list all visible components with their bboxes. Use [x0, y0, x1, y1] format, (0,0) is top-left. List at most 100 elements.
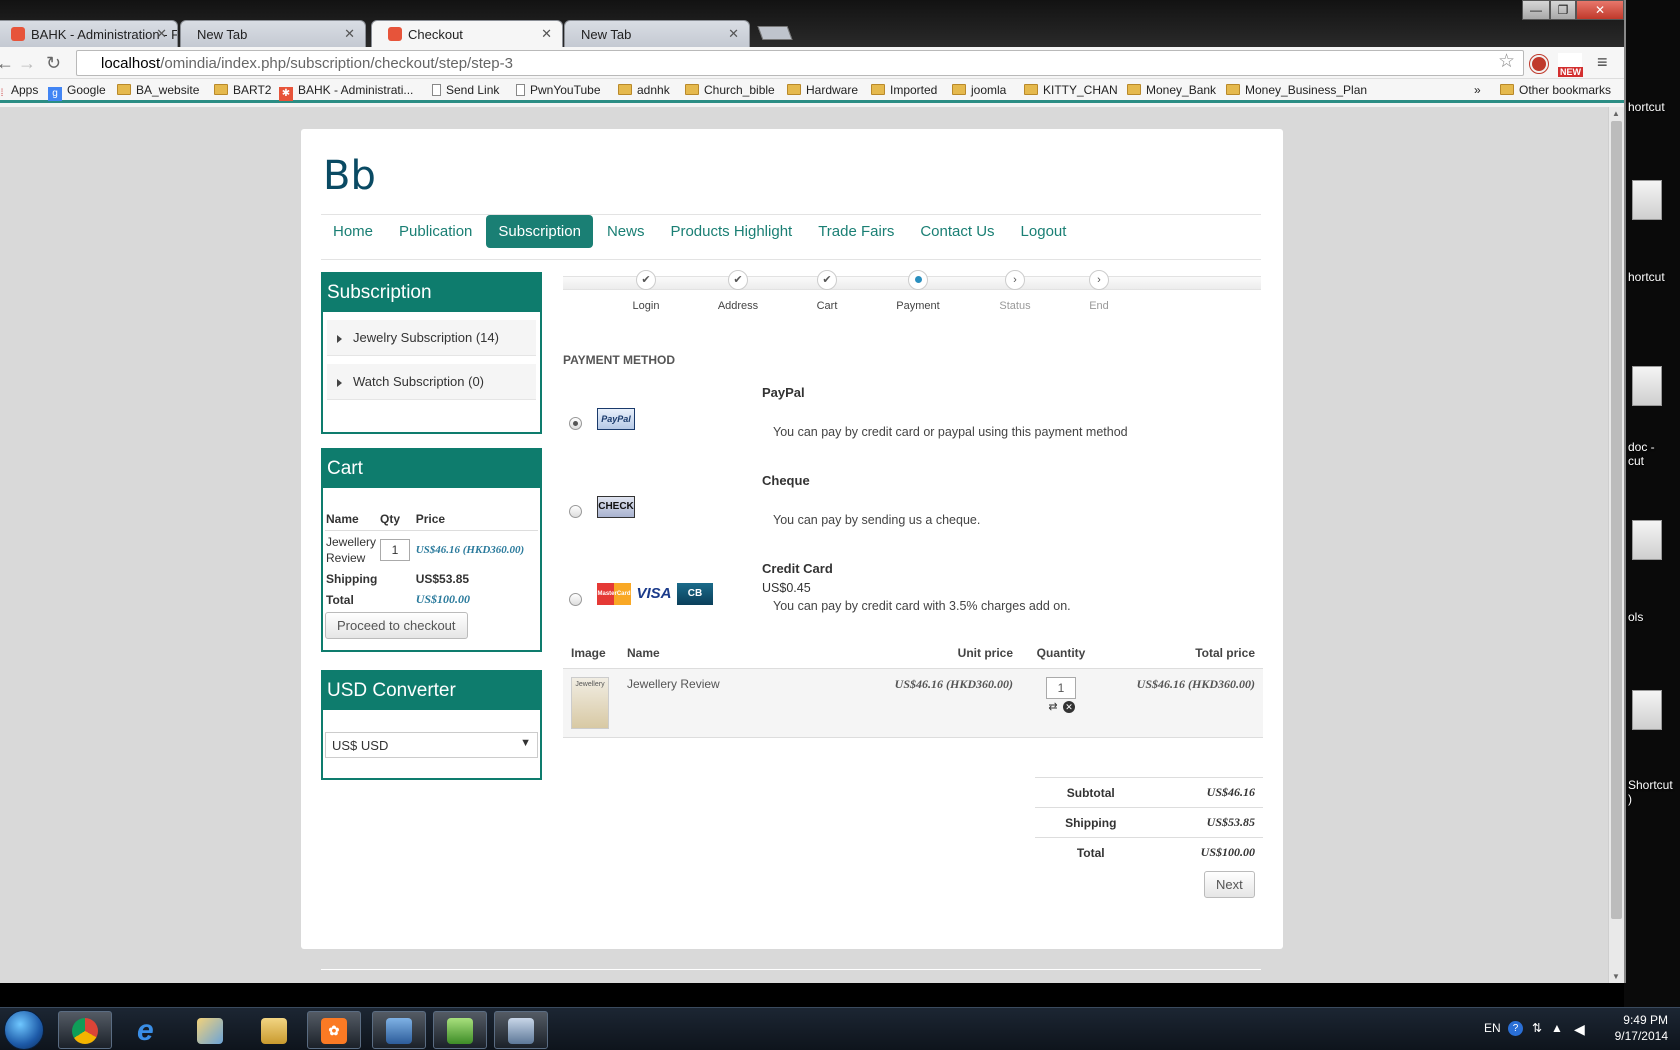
bookmark-folder[interactable]: KITTY_CHAN	[1024, 83, 1118, 97]
bookmark-folder[interactable]: adnhk	[618, 83, 670, 97]
bookmark-apps[interactable]: ⁞ Apps	[0, 83, 39, 101]
show-hidden-icons-icon[interactable]: ▲	[1551, 1021, 1563, 1035]
bookmark-folder[interactable]: Hardware	[787, 83, 858, 97]
desktop-icon[interactable]: hortcut	[1628, 270, 1676, 284]
folder-icon	[1226, 84, 1240, 95]
col-unit-price: Unit price	[798, 638, 1021, 669]
desktop-icon-label[interactable]: doc - cut	[1628, 440, 1676, 468]
folder-icon	[214, 84, 228, 95]
product-thumbnail[interactable]: Jewellery	[571, 677, 609, 729]
taskbar-chrome[interactable]	[58, 1011, 112, 1049]
bookmark-star-icon[interactable]: ☆	[1498, 50, 1515, 73]
bookmark-page[interactable]: PwnYouTube	[516, 83, 601, 97]
nav-logout[interactable]: Logout	[1009, 215, 1079, 248]
taskbar-photo[interactable]	[494, 1011, 548, 1049]
bookmark-bahk-admin[interactable]: ✱ BAHK - Administrati...	[279, 83, 413, 101]
close-icon[interactable]: ✕	[728, 26, 739, 42]
desktop-icon-label[interactable]: ols	[1628, 610, 1676, 624]
nav-publication[interactable]: Publication	[387, 215, 484, 248]
volume-icon[interactable]: ◀	[1574, 1021, 1585, 1038]
credit-card-fee: US$0.45	[762, 581, 811, 595]
credit-card-radio[interactable]	[569, 593, 582, 606]
other-bookmarks[interactable]: Other bookmarks	[1500, 83, 1611, 97]
taskbar-ie[interactable]: e	[123, 1011, 177, 1049]
scroll-down-icon[interactable]: ▼	[1612, 972, 1620, 981]
folder-icon	[871, 84, 885, 95]
refresh-icon[interactable]: ⇄	[1047, 701, 1059, 713]
bookmarks-overflow-chevron[interactable]: »	[1474, 83, 1481, 97]
reload-icon[interactable]: ↻	[46, 53, 61, 74]
bookmark-folder[interactable]: joomla	[952, 83, 1006, 97]
proceed-to-checkout-button[interactable]: Proceed to checkout	[325, 612, 468, 639]
next-button[interactable]: Next	[1204, 871, 1255, 898]
desktop-icon-label[interactable]: Shortcut )	[1628, 778, 1676, 806]
desktop-icon[interactable]	[1628, 180, 1676, 220]
item-qty-input[interactable]: 1	[1046, 677, 1076, 699]
subscription-item-watch[interactable]: Watch Subscription (0)	[327, 364, 536, 400]
visa-logo-icon: VISA	[636, 585, 672, 602]
nav-trade-fairs[interactable]: Trade Fairs	[806, 215, 906, 248]
close-icon[interactable]: ✕	[156, 26, 167, 42]
bookmark-folder[interactable]: Church_bible	[685, 83, 775, 97]
extension-new-icon[interactable]: NEW	[1558, 53, 1583, 77]
bookmark-folder[interactable]: BA_website	[117, 83, 199, 97]
remove-icon[interactable]: ✕	[1063, 701, 1075, 713]
cart-qty-input[interactable]: 1	[380, 539, 410, 561]
bookmark-folder[interactable]: Imported	[871, 83, 937, 97]
minimize-icon[interactable]: —	[1522, 0, 1550, 20]
page-scrollbar[interactable]: ▲ ▼	[1608, 107, 1624, 983]
scroll-thumb[interactable]	[1611, 121, 1622, 919]
nav-home[interactable]: Home	[321, 215, 385, 248]
bookmark-google[interactable]: g Google	[48, 83, 106, 101]
currency-select[interactable]: US$ USD ▼	[325, 732, 538, 758]
bookmark-folder[interactable]: BART2	[214, 83, 271, 97]
maximize-icon[interactable]: ❐	[1550, 0, 1576, 20]
menu-icon[interactable]: ≡	[1597, 52, 1608, 73]
desktop-icon[interactable]	[1628, 690, 1676, 730]
desktop-icon[interactable]	[1628, 366, 1676, 406]
extension-icon[interactable]	[1529, 54, 1549, 74]
nav-contact-us[interactable]: Contact Us	[908, 215, 1006, 248]
close-icon[interactable]: ✕	[344, 26, 355, 42]
taskbar-paint[interactable]	[183, 1011, 237, 1049]
tab-title: Checkout	[408, 27, 463, 42]
subscription-item-jewelry[interactable]: Jewelry Subscription (14)	[327, 320, 536, 356]
network-icon[interactable]: ⇅	[1532, 1021, 1542, 1035]
site-logo[interactable]: Bb	[323, 153, 376, 199]
bookmark-folder[interactable]: Money_Business_Plan	[1226, 83, 1367, 97]
bookmark-page[interactable]: Send Link	[432, 83, 499, 97]
taskbar: e ✿ EN ? ⇅ ▲ ◀ 9:49 PM 9/17/2014	[0, 1007, 1680, 1050]
order-totals: Subtotal US$46.16 Shipping US$53.85 Tota…	[1035, 777, 1263, 867]
desktop-icon[interactable]	[1628, 520, 1676, 560]
scroll-up-icon[interactable]: ▲	[1612, 109, 1620, 118]
language-indicator[interactable]: EN	[1484, 1021, 1501, 1035]
cheque-radio[interactable]	[569, 505, 582, 518]
help-icon[interactable]: ?	[1508, 1021, 1523, 1036]
start-button-icon[interactable]	[4, 1010, 44, 1050]
back-icon[interactable]: ←	[0, 53, 14, 74]
nav-subscription[interactable]: Subscription	[486, 215, 593, 248]
nav-news[interactable]: News	[595, 215, 657, 248]
item-name[interactable]: Jewellery Review	[619, 668, 799, 738]
taskbar-remote[interactable]	[372, 1011, 426, 1049]
tab-new-tab-2[interactable]: New Tab ✕	[564, 20, 750, 47]
subscription-module: Subscription Jewelry Subscription (14) W…	[321, 272, 542, 434]
clock[interactable]: 9:49 PM 9/17/2014	[1615, 1012, 1668, 1044]
taskbar-explorer[interactable]	[247, 1011, 301, 1049]
tab-bahk-admin[interactable]: BAHK - Administration - F ✕	[0, 20, 178, 47]
taskbar-xampp[interactable]: ✿	[307, 1011, 361, 1049]
taskbar-notepadpp[interactable]	[433, 1011, 487, 1049]
forward-icon[interactable]: →	[18, 53, 36, 74]
tab-new-tab-1[interactable]: New Tab ✕	[180, 20, 366, 47]
new-tab-button[interactable]	[757, 26, 793, 40]
desktop-icon[interactable]: hortcut	[1628, 100, 1676, 114]
tab-checkout[interactable]: Checkout ✕	[371, 20, 563, 48]
close-window-icon[interactable]: ✕	[1576, 0, 1624, 20]
nav-products-highlight[interactable]: Products Highlight	[658, 215, 804, 248]
paypal-radio[interactable]	[569, 417, 582, 430]
bookmark-folder[interactable]: Money_Bank	[1127, 83, 1216, 97]
close-icon[interactable]: ✕	[541, 26, 552, 42]
apps-icon: ⁞	[0, 88, 4, 99]
cart-item-name[interactable]: Jewellery Review	[325, 531, 379, 570]
address-bar[interactable]: localhost/omindia/index.php/subscription…	[76, 50, 1524, 76]
